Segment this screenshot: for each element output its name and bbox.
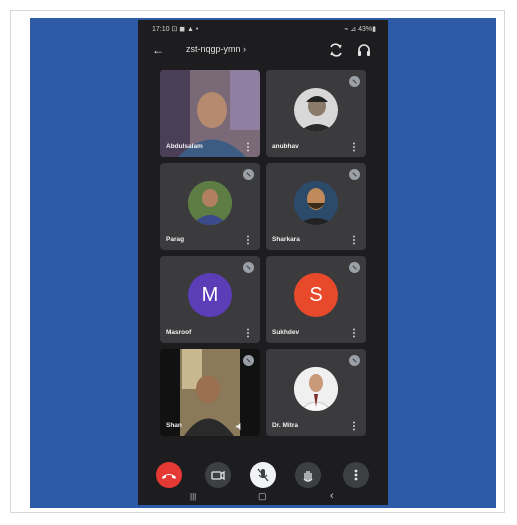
avatar [294, 88, 338, 132]
more-options-icon[interactable]: ⋮ [243, 235, 253, 246]
back-arrow-icon[interactable]: ← [152, 43, 164, 57]
hand-icon [303, 471, 313, 482]
switch-camera-icon[interactable] [328, 42, 344, 58]
participant-name: anubhav [272, 143, 299, 150]
participant-name: Masroof [166, 329, 192, 336]
status-time: 17:10 ⊡ ◼ ▲ • [152, 26, 199, 33]
participant-name: Abdulsalam [166, 143, 203, 150]
call-controls [138, 458, 388, 494]
mic-off-icon [349, 169, 360, 180]
participant-name: Shan [166, 422, 182, 429]
phone-hangup-icon [162, 474, 176, 479]
more-vert-icon [354, 469, 358, 481]
participant-tile[interactable]: Abdulsalam ⋮ [160, 70, 260, 157]
status-indicators: ⌁ ⊿ 43%▮ [344, 26, 376, 33]
avatar [294, 181, 338, 225]
more-options-icon[interactable]: ⋮ [349, 235, 359, 246]
avatar [188, 181, 232, 225]
more-options-icon[interactable]: ⋮ [349, 328, 359, 339]
participant-tile[interactable]: M Masroof ⋮ [160, 256, 260, 343]
participant-tile[interactable]: anubhav ⋮ [266, 70, 366, 157]
android-nav-bar: ||| ▢ ‹ [138, 490, 388, 505]
participant-name: Sukhdev [272, 329, 300, 336]
meeting-header: ← zst-nqgp-ymn › [138, 38, 388, 64]
audio-output-icon[interactable] [356, 42, 372, 58]
raise-hand-button[interactable] [295, 462, 321, 488]
participant-tile[interactable]: Parag ⋮ [160, 163, 260, 250]
more-options-icon[interactable]: ⋮ [243, 328, 253, 339]
meeting-code[interactable]: zst-nqgp-ymn › [186, 44, 246, 54]
mic-off-icon [243, 262, 254, 273]
participant-tile[interactable]: Shan [160, 349, 260, 436]
recents-icon[interactable]: ||| [190, 492, 196, 501]
phone-screen: 17:10 ⊡ ◼ ▲ • ⌁ ⊿ 43%▮ ← zst-nqgp-ymn › … [138, 20, 388, 505]
mic-off-icon [349, 262, 360, 273]
more-options-icon[interactable]: ⋮ [349, 142, 359, 153]
microphone-toggle-button[interactable] [250, 462, 276, 488]
video-camera-icon [211, 470, 225, 481]
mic-off-icon [243, 355, 254, 366]
back-nav-icon[interactable]: ‹ [330, 490, 334, 502]
mic-off-icon [349, 76, 360, 87]
participant-tile[interactable]: Dr. Mitra ⋮ [266, 349, 366, 436]
avatar [294, 367, 338, 411]
participant-name: Parag [166, 236, 185, 243]
participant-tile[interactable]: S Sukhdev ⋮ [266, 256, 366, 343]
home-icon[interactable]: ▢ [258, 491, 267, 502]
camera-toggle-button[interactable] [205, 462, 231, 488]
more-options-button[interactable] [343, 462, 369, 488]
participant-tile[interactable]: Sharkara ⋮ [266, 163, 366, 250]
speaker-icon [235, 422, 241, 431]
mic-off-icon [243, 169, 254, 180]
more-options-icon[interactable]: ⋮ [349, 421, 359, 432]
end-call-button[interactable] [156, 462, 182, 488]
participant-name: Sharkara [272, 236, 300, 243]
participant-name: Dr. Mitra [272, 422, 299, 429]
mic-off-icon [257, 468, 269, 482]
status-bar: 17:10 ⊡ ◼ ▲ • ⌁ ⊿ 43%▮ [138, 20, 388, 38]
avatar-initial: S [294, 273, 338, 317]
more-options-icon[interactable]: ⋮ [243, 142, 253, 153]
avatar-initial: M [188, 273, 232, 317]
mic-off-icon [349, 355, 360, 366]
